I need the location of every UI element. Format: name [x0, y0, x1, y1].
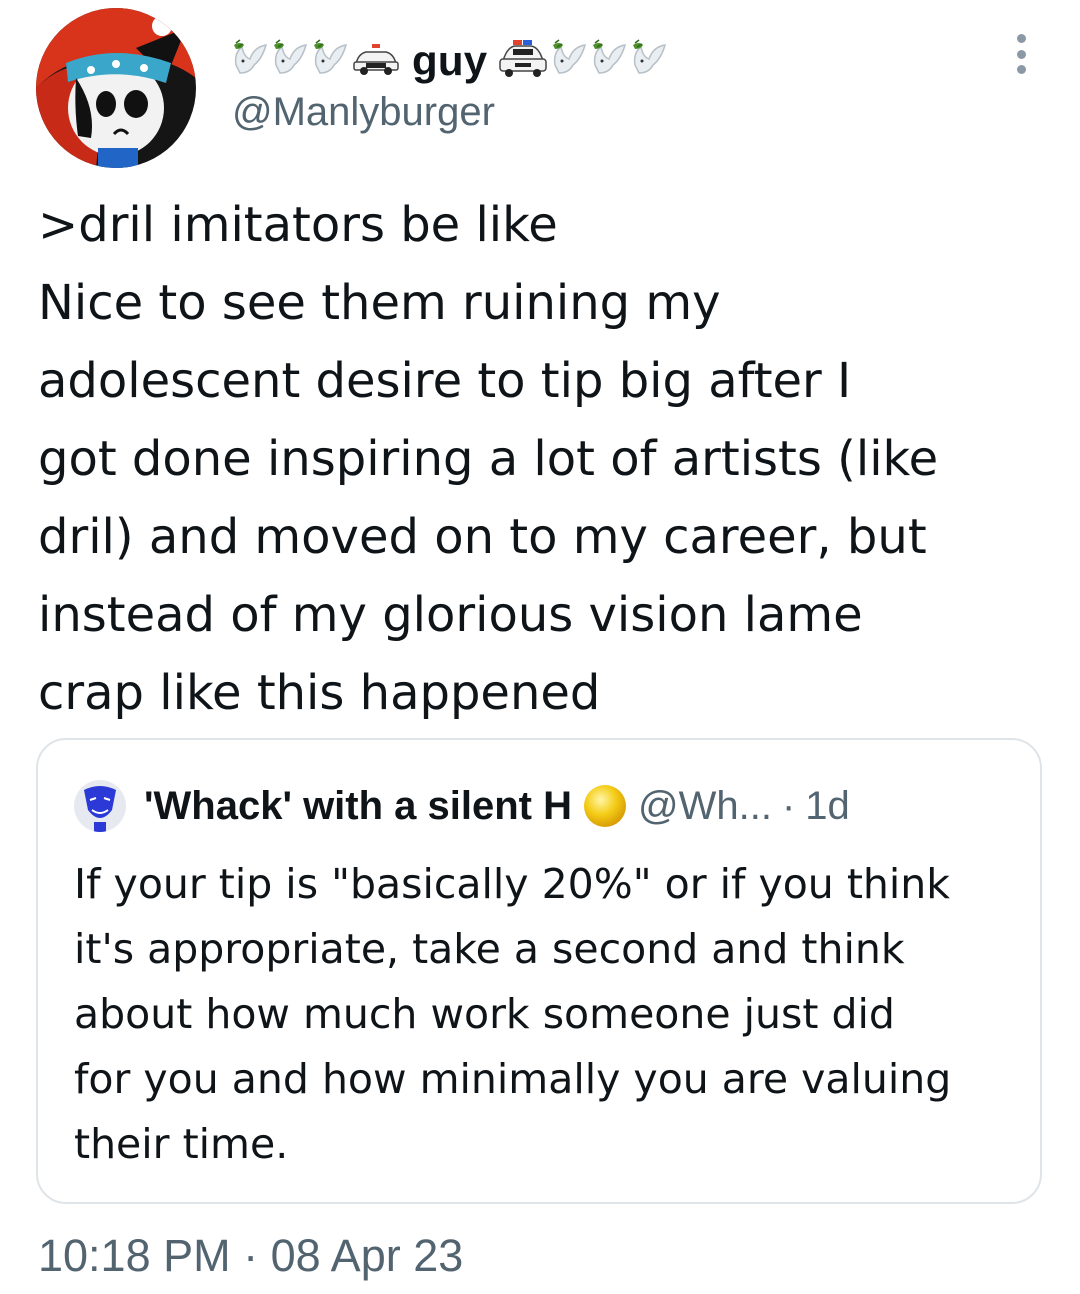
tweet-text-line: Nice to see them ruining my — [38, 275, 721, 331]
police-car-icon — [352, 42, 400, 81]
tweet-text-line: instead of my glorious vision lame — [38, 587, 863, 643]
separator-dot: · — [781, 783, 796, 828]
author-handle[interactable]: @Manlyburger — [232, 90, 495, 135]
author-name-row[interactable]: guy — [232, 30, 671, 92]
quoted-author-avatar[interactable] — [74, 780, 126, 832]
dove-icon — [551, 38, 589, 84]
quoted-text-line: If your tip is "basically 20%" or if you… — [74, 860, 950, 908]
dove-icon — [591, 38, 629, 84]
dove-icon — [232, 38, 270, 84]
yellow-circle-icon — [584, 785, 626, 827]
tweet-text-line: >dril imitators be like — [38, 197, 558, 253]
dove-icon — [631, 38, 669, 84]
dot — [1016, 65, 1026, 74]
police-car-icon — [497, 39, 549, 84]
tweet-page: guy @Manlyburger >dril imitators be like… — [0, 0, 1080, 1294]
quoted-tweet-time[interactable]: 1d — [805, 784, 850, 829]
more-options-icon[interactable] — [1006, 34, 1036, 74]
author-display-name[interactable]: guy — [412, 37, 487, 85]
author-avatar[interactable] — [36, 8, 196, 168]
dot — [1016, 49, 1026, 59]
quoted-text-line: their time. — [74, 1120, 289, 1168]
quoted-text-line: about how much work someone just did — [74, 990, 895, 1038]
quoted-text-line: for you and how minimally you are valuin… — [74, 1055, 952, 1103]
tweet-text-line: got done inspiring a lot of artists (lik… — [38, 431, 939, 487]
dove-icon — [272, 38, 310, 84]
dot — [1016, 34, 1026, 43]
dove-icon — [312, 38, 350, 84]
tweet-timestamp[interactable]: 10:18 PM · 08 Apr 23 — [38, 1230, 463, 1282]
quoted-author-name[interactable]: 'Whack' with a silent H — [144, 784, 572, 829]
quoted-tweet-card[interactable]: 'Whack' with a silent H @Wh... · 1d If y… — [36, 738, 1042, 1204]
quoted-text-line: it's appropriate, take a second and thin… — [74, 925, 905, 973]
quoted-tweet-header: 'Whack' with a silent H @Wh... · 1d — [74, 778, 850, 834]
tweet-text-line: adolescent desire to tip big after I — [38, 353, 852, 409]
tweet-text-line: crap like this happened — [38, 665, 601, 721]
tweet-text: >dril imitators be like Nice to see them… — [38, 186, 1048, 732]
quoted-author-handle[interactable]: @Wh... — [638, 784, 772, 829]
tweet-text-line: dril) and moved on to my career, but — [38, 509, 927, 565]
quoted-tweet-text: If your tip is "basically 20%" or if you… — [74, 852, 1024, 1177]
